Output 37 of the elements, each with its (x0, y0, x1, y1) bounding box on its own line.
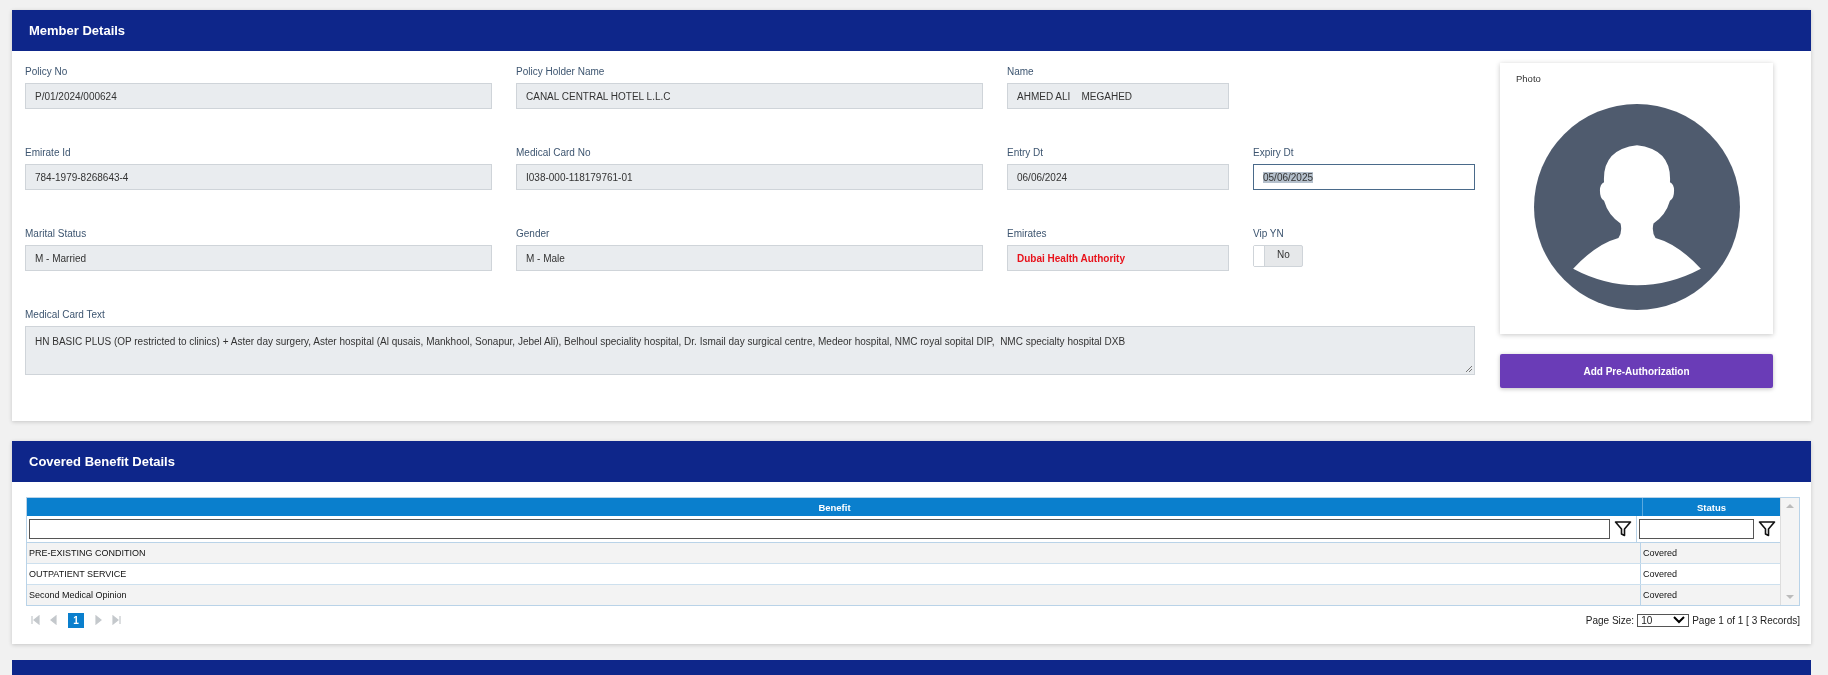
field-label: Emirates (1007, 227, 1047, 241)
field-label: Medical Card No (516, 146, 591, 160)
field-label: Marital Status (25, 227, 87, 241)
column-header[interactable]: Benefit (27, 498, 1642, 516)
field-label: Policy No (25, 65, 68, 79)
field-label: Policy Holder Name (516, 65, 605, 79)
add-pre-authorization-button[interactable]: Add Pre-Authorization (1500, 354, 1773, 388)
page-size-label: Page Size: (1585, 614, 1635, 626)
page-button[interactable]: 1 (68, 612, 84, 628)
field-label: Vip YN (1253, 227, 1284, 241)
input-field[interactable]: M - Married (25, 245, 492, 271)
input-field[interactable]: CANAL CENTRAL HOTEL L.L.C (516, 83, 983, 109)
field-label: Gender (516, 227, 550, 241)
field-label: Entry Dt (1007, 146, 1044, 160)
table-cell-text: OUTPATIENT SERVICE (28, 568, 128, 581)
section-title: Covered Benefit Details (29, 454, 175, 469)
page-size-dropdown[interactable]: 10 (1637, 613, 1690, 627)
input-field[interactable]: M - Male (516, 245, 983, 271)
input-field[interactable]: 05/06/2025 (1253, 164, 1475, 190)
text-area[interactable]: HN BASIC PLUS (OP restricted to clinics) + Aster day surgery, Aster hospital (Al qusais, Mankhool, Sonapur, Jebel Ali), Belhoul speciality hospital, Dr. Ismail day surgical centre, Medeor hospital, NMC royal sopital DIP, NMC specialty hospital DXB (25, 326, 1475, 375)
input-field[interactable]: Dubai Health Authority (1007, 245, 1229, 271)
table-cell-text: Second Medical Opinion (28, 589, 128, 602)
photo-label: Photo (1516, 73, 1541, 84)
column-header[interactable]: Status (1642, 498, 1780, 516)
page-summary: Page 1 of 1 [ 3 Records] (1692, 614, 1800, 626)
table-cell-text: PRE-EXISTING CONDITION (28, 547, 147, 560)
input-field[interactable]: AHMED ALI MEGAHED (1007, 83, 1229, 109)
input-field[interactable]: 06/06/2024 (1007, 164, 1229, 190)
field-label: Name (1007, 65, 1034, 79)
field-label: Expiry Dt (1253, 146, 1294, 160)
toggle-switch[interactable]: No (1253, 245, 1303, 267)
input-field[interactable]: P/01/2024/000624 (25, 83, 492, 109)
field-label: Medical Card Text (25, 308, 106, 322)
field-label: Emirate Id (25, 146, 71, 160)
input-field[interactable]: 784-1979-8268643-4 (25, 164, 492, 190)
section-title: Member Details (29, 23, 126, 38)
input-field[interactable]: I038-000-118179761-01 (516, 164, 983, 190)
